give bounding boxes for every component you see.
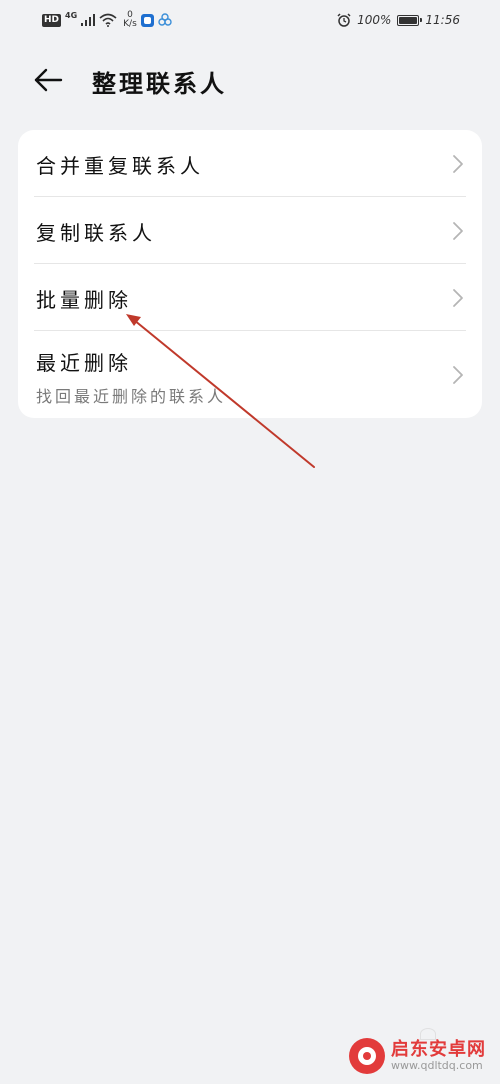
title-bar: 整理联系人 <box>0 52 500 108</box>
menu-item-copy-contacts[interactable]: 复制联系人 <box>18 197 482 264</box>
hd-badge: HD <box>42 13 62 27</box>
watermark-name: 启东安卓网 <box>391 1039 486 1061</box>
alarm-icon <box>337 13 351 27</box>
page-title: 整理联系人 <box>92 69 227 98</box>
menu-item-subtitle: 找回最近删除的联系人 <box>36 387 227 406</box>
clock-time: 11:56 <box>425 13 460 27</box>
wifi-icon <box>99 13 117 27</box>
speed-unit: K/s <box>123 19 137 29</box>
status-bar-right: 100% 11:56 <box>337 10 460 30</box>
chevron-right-icon <box>453 154 463 173</box>
arrow-left-icon <box>34 68 63 92</box>
chevron-right-icon <box>453 365 463 384</box>
watermark-logo-icon <box>349 1038 385 1074</box>
watermark-url: www.qdltdq.com <box>391 1058 483 1072</box>
menu-item-label: 合并重复联系人 <box>36 154 204 178</box>
menu-card: 合并重复联系人 复制联系人 批量删除 最近删除 找回最近删除的联系人 <box>18 130 482 418</box>
signal-icon <box>81 14 96 26</box>
menu-item-recently-deleted[interactable]: 最近删除 找回最近删除的联系人 <box>18 331 482 418</box>
chevron-right-icon <box>453 288 463 307</box>
battery-percent: 100% <box>357 13 392 27</box>
menu-item-merge-duplicates[interactable]: 合并重复联系人 <box>18 130 482 197</box>
watermark: 启东安卓网 www.qdltdq.com <box>349 1038 486 1074</box>
watermark-text: 启东安卓网 www.qdltdq.com <box>391 1040 486 1072</box>
battery-fill <box>399 16 418 24</box>
clover-app-icon <box>158 13 172 26</box>
chevron-right-icon <box>453 221 463 240</box>
status-bar-left: HD 4G 0 K/s <box>42 10 172 30</box>
menu-item-batch-delete[interactable]: 批量删除 <box>18 264 482 331</box>
shield-app-icon <box>140 13 154 27</box>
status-bar: HD 4G 0 K/s 100% 11:56 <box>0 0 500 40</box>
menu-item-label: 复制联系人 <box>36 221 156 245</box>
network-speed: 0 K/s <box>123 11 137 29</box>
back-button[interactable] <box>30 62 66 98</box>
menu-item-label: 批量删除 <box>36 288 132 312</box>
screen: HD 4G 0 K/s 100% 11:56 整理联系人 合并重复联系人 复制联… <box>0 0 500 1084</box>
battery-icon <box>397 14 423 26</box>
menu-item-label: 最近删除 <box>36 351 132 375</box>
network-type: 4G <box>65 10 78 20</box>
